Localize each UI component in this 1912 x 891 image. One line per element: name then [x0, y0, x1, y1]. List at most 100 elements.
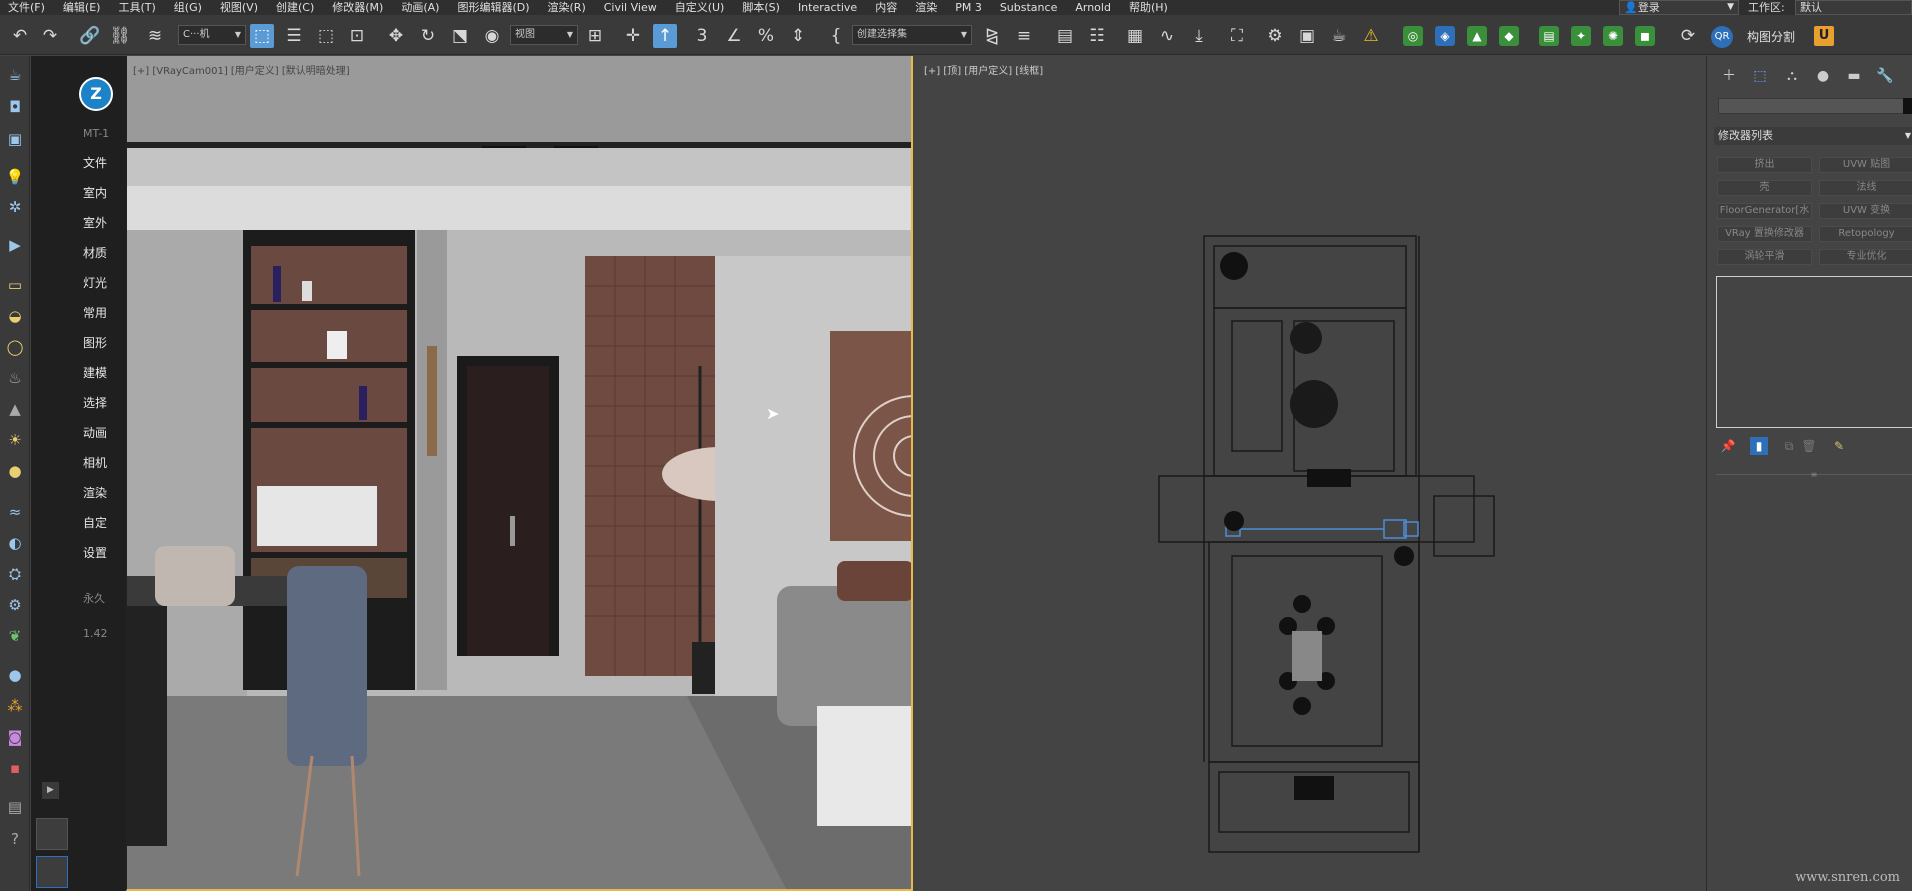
plugin-item-exterior[interactable]: 室外: [83, 214, 123, 231]
hierarchy-tab-icon[interactable]: ⛬: [1781, 66, 1803, 86]
plugin-item-lighting[interactable]: 灯光: [83, 274, 123, 291]
create-tab-icon[interactable]: ＋: [1718, 66, 1740, 86]
spot-icon[interactable]: ▲: [3, 398, 27, 420]
pivot-center-icon[interactable]: ⊞: [583, 24, 607, 48]
bind-spacewarp-icon[interactable]: ≋: [143, 24, 167, 48]
plugin-item-animation[interactable]: 动画: [83, 424, 123, 441]
link-icon[interactable]: 🔗: [78, 24, 102, 48]
mod-uvw-xform-button[interactable]: UVW 变换: [1819, 203, 1912, 219]
mod-uvw-map-button[interactable]: UVW 贴图: [1819, 157, 1912, 173]
material-sphere-icon[interactable]: ●: [3, 664, 27, 686]
sun-icon[interactable]: ☀: [3, 429, 27, 451]
layout-toggle-1[interactable]: [36, 818, 68, 850]
menu-interactive[interactable]: Interactive: [789, 0, 866, 15]
object-name-field[interactable]: [1718, 98, 1904, 114]
named-selection-dropdown[interactable]: 创建选择集 ▼: [852, 25, 972, 45]
select-by-name-icon[interactable]: ☰: [282, 24, 306, 48]
plugin-item-material[interactable]: 材质: [83, 244, 123, 261]
menu-content[interactable]: 内容: [866, 0, 906, 15]
plugin-item-custom[interactable]: 自定: [83, 514, 123, 531]
scale-icon[interactable]: ⬔: [448, 24, 472, 48]
mod-normal-button[interactable]: 法线: [1819, 180, 1912, 196]
menu-tools[interactable]: 工具(T): [109, 0, 164, 15]
show-end-result-icon[interactable]: ▮: [1750, 437, 1768, 455]
menu-modifiers[interactable]: 修改器(M): [323, 0, 392, 15]
layout-toggle-2[interactable]: [36, 856, 68, 888]
select-object-icon[interactable]: ⬚: [250, 24, 274, 48]
layer-explorer-icon[interactable]: ☷: [1085, 24, 1109, 48]
light-icon[interactable]: 💡: [3, 166, 27, 188]
plugin-item-common[interactable]: 常用: [83, 304, 123, 321]
make-unique-icon[interactable]: ⧉: [1780, 437, 1798, 455]
mod-prooptimizer-button[interactable]: 专业优化: [1819, 249, 1912, 265]
place-icon[interactable]: ◉: [480, 24, 504, 48]
menu-group[interactable]: 组(G): [165, 0, 211, 15]
plugin-green-icon-5[interactable]: ✦: [1569, 24, 1593, 48]
mod-shell-button[interactable]: 壳: [1717, 180, 1812, 196]
reference-coord-dropdown[interactable]: 视图 ▼: [510, 25, 578, 45]
menu-render2[interactable]: 渲染: [906, 0, 946, 15]
viewport-label[interactable]: [+] [VRayCam001] [用户定义] [默认明暗处理]: [133, 62, 350, 77]
expand-arrow-icon[interactable]: ▶: [42, 782, 59, 799]
plugin-item-camera[interactable]: 相机: [83, 454, 123, 471]
rotate-icon[interactable]: ↻: [416, 24, 440, 48]
plugin-item-interior[interactable]: 室内: [83, 184, 123, 201]
mod-floorgenerator-button[interactable]: FloorGenerator[水: [1717, 203, 1812, 219]
plugin-item-render[interactable]: 渲染: [83, 484, 123, 501]
sphere-light-icon[interactable]: ◯: [3, 336, 27, 358]
angle-snap-icon[interactable]: ∠: [722, 24, 746, 48]
modifier-stack-list[interactable]: [1716, 276, 1912, 428]
top-viewport[interactable]: [+] [顶] [用户定义] [线框]: [914, 56, 1706, 891]
splitter-handle-icon[interactable]: ≡: [1804, 470, 1824, 479]
rendered-frame-icon[interactable]: ▣: [1295, 24, 1319, 48]
help-icon[interactable]: ?: [3, 828, 27, 850]
workspace-dropdown[interactable]: 默认: [1795, 0, 1912, 15]
sync-icon[interactable]: ⟳: [1676, 24, 1700, 48]
spinner-snap-icon[interactable]: ⇕: [786, 24, 810, 48]
modify-tab-icon[interactable]: ⬚: [1749, 66, 1771, 86]
edit-named-selection-icon[interactable]: {: [824, 24, 848, 48]
login-dropdown[interactable]: 👤登录 ▼: [1619, 0, 1739, 15]
dome-icon[interactable]: ◒: [3, 305, 27, 327]
settings-panel-icon[interactable]: ▤: [3, 796, 27, 818]
render-teapot-icon[interactable]: ☕: [1327, 24, 1351, 48]
pin-stack-icon[interactable]: 📌: [1719, 437, 1737, 455]
remove-modifier-icon[interactable]: 🗑: [1800, 437, 1818, 455]
fur-icon[interactable]: ≈: [3, 501, 27, 523]
object-color-swatch[interactable]: [1903, 98, 1912, 114]
display-tab-icon[interactable]: ▬: [1843, 66, 1865, 86]
mod-turbosmooth-button[interactable]: 涡轮平滑: [1717, 249, 1812, 265]
plugin-logo[interactable]: Z: [79, 77, 113, 111]
mirror-icon[interactable]: ⧎: [980, 24, 1004, 48]
menu-rendering[interactable]: 渲染(R): [539, 0, 595, 15]
window-crossing-icon[interactable]: ⊡: [345, 24, 369, 48]
menu-edit[interactable]: 编辑(E): [54, 0, 110, 15]
utilities-tab-icon[interactable]: 🔧: [1874, 66, 1896, 86]
menu-view[interactable]: 视图(V): [211, 0, 267, 15]
keyboard-shortcut-toggle-icon[interactable]: ↑: [653, 24, 677, 48]
frame-buffer-icon[interactable]: ▣: [3, 128, 27, 150]
teapot-icon[interactable]: ☕: [3, 64, 27, 86]
u-plugin-icon[interactable]: U: [1814, 26, 1834, 46]
selection-filter-dropdown[interactable]: C···机 ▼: [178, 25, 246, 45]
vray-icon[interactable]: ◘: [3, 96, 27, 118]
plugin-green-icon-7[interactable]: ◼: [1633, 24, 1657, 48]
mod-vray-displace-button[interactable]: VRay 置换修改器: [1717, 226, 1812, 242]
move-icon[interactable]: ✥: [384, 24, 408, 48]
menu-create[interactable]: 创建(C): [267, 0, 323, 15]
plugin-green-icon-3[interactable]: ◆: [1497, 24, 1521, 48]
motion-tab-icon[interactable]: ●: [1812, 66, 1834, 86]
plugin-item-modeling[interactable]: 建模: [83, 364, 123, 381]
select-manipulate-icon[interactable]: ✛: [621, 24, 645, 48]
modifier-list-dropdown[interactable]: 修改器列表 ▼: [1714, 127, 1912, 145]
unlink-icon[interactable]: ⛓: [108, 24, 132, 48]
menu-help[interactable]: 帮助(H): [1120, 0, 1177, 15]
snap-3d-icon[interactable]: 3: [690, 24, 714, 48]
undo-icon[interactable]: ↶: [8, 24, 32, 48]
menu-pm3[interactable]: PM 3: [946, 0, 991, 15]
ambient-icon[interactable]: ●: [3, 460, 27, 482]
scatter-icon[interactable]: ❦: [3, 625, 27, 647]
menu-file[interactable]: 文件(F): [0, 0, 54, 15]
composition-split-label[interactable]: 构图分割: [1747, 28, 1795, 45]
ies-icon[interactable]: ♨: [3, 367, 27, 389]
